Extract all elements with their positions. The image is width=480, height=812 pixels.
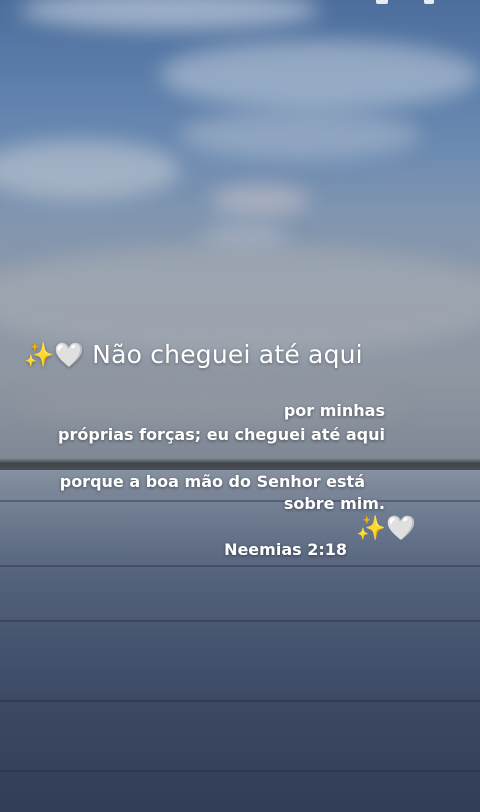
headline-text: Não cheguei até aqui — [92, 340, 363, 369]
verse-line: próprias forças; eu cheguei até aqui — [58, 425, 385, 444]
wave — [0, 500, 480, 502]
sky-background — [0, 0, 480, 470]
cloud — [0, 140, 180, 200]
cloud — [210, 185, 310, 215]
cloud — [160, 40, 480, 110]
cloud — [20, 0, 320, 30]
cloud — [180, 110, 420, 160]
wave — [0, 700, 480, 702]
wave — [0, 565, 480, 567]
headline: ✨🤍 Não cheguei até aqui — [24, 340, 363, 369]
verse-line: sobre mim. — [283, 494, 385, 513]
status-icon — [376, 0, 388, 4]
sparkle-heart-emoji: ✨🤍 — [24, 341, 85, 369]
sparkle-heart-emoji: ✨🤍 — [356, 514, 416, 542]
cloud — [200, 225, 290, 247]
status-icon — [424, 0, 434, 4]
cloud — [0, 245, 480, 355]
verse-line: porque a boa mão do Senhor está — [59, 472, 365, 491]
verse-line: por minhas — [283, 401, 385, 420]
verse-reference: Neemias 2:18 — [224, 540, 347, 559]
wave — [0, 770, 480, 772]
wave — [0, 620, 480, 622]
story-screen: ✨🤍 Não cheguei até aqui por minhas própri… — [0, 0, 480, 812]
